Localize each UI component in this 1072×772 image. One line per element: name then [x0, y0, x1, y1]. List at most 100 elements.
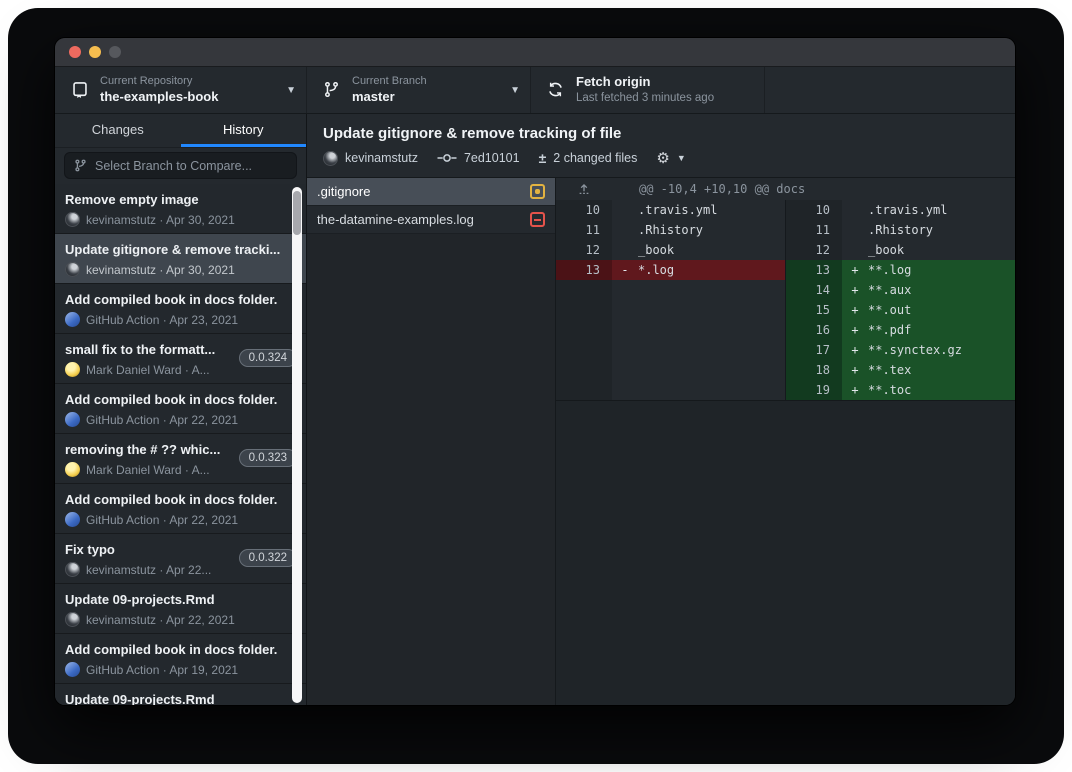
- commit-list-item[interactable]: small fix to the formatt... Mark Daniel …: [55, 334, 306, 384]
- line-number: 12: [786, 240, 842, 260]
- commit-list-item[interactable]: Add compiled book in docs folder. GitHub…: [55, 484, 306, 534]
- commit-item-meta: kevinamstutz · Apr 30, 2021: [86, 213, 235, 227]
- diff-line-text: _book: [868, 240, 904, 260]
- diff-line: 11 .Rhistory: [786, 220, 1015, 240]
- avatar: [65, 312, 80, 327]
- current-branch-dropdown[interactable]: Current Branch master ▼: [307, 67, 531, 113]
- diff-sign: -: [612, 260, 638, 280]
- diff-line-text: _book: [638, 240, 674, 260]
- tab-changes[interactable]: Changes: [55, 114, 181, 147]
- line-number: 12: [556, 240, 612, 260]
- commit-list-item[interactable]: Remove empty image kevinamstutz · Apr 30…: [55, 184, 306, 234]
- avatar: [65, 562, 80, 577]
- diff-line-text: .travis.yml: [868, 200, 947, 220]
- diff-line: 15 + **.out: [786, 300, 1015, 320]
- gear-icon[interactable]: ⚙: [656, 149, 669, 167]
- line-number: 10: [556, 200, 612, 220]
- avatar: [65, 612, 80, 627]
- changed-file-row[interactable]: .gitignore: [307, 178, 555, 206]
- line-number: 15: [786, 300, 842, 320]
- line-number: 13: [786, 260, 842, 280]
- commit-list-item[interactable]: removing the # ?? whic... Mark Daniel Wa…: [55, 434, 306, 484]
- diff-line: 12 _book: [786, 240, 1015, 260]
- commit-list-scrollbar[interactable]: [292, 187, 302, 703]
- commit-list-item[interactable]: Add compiled book in docs folder. GitHub…: [55, 384, 306, 434]
- version-tag-badge: 0.0.322: [239, 549, 297, 567]
- minimize-window-button[interactable]: [89, 46, 101, 58]
- chevron-down-icon: ▼: [510, 85, 520, 96]
- changed-files-count: 2 changed files: [553, 151, 637, 165]
- current-repository-dropdown[interactable]: Current Repository the-examples-book ▼: [55, 67, 307, 113]
- diff-line-text: .travis.yml: [638, 200, 717, 220]
- diff-line: 10 .travis.yml: [556, 200, 785, 220]
- line-number: 13: [556, 260, 612, 280]
- changed-file-row[interactable]: the-datamine-examples.log: [307, 206, 555, 234]
- avatar: [65, 212, 80, 227]
- commit-list-item[interactable]: Add compiled book in docs folder. GitHub…: [55, 284, 306, 334]
- expand-hunk-icon[interactable]: [577, 182, 591, 196]
- scrollbar-thumb[interactable]: [293, 191, 301, 235]
- diff-line: 16 + **.pdf: [786, 320, 1015, 340]
- content-area: Changes History Select Branch to Compare…: [55, 114, 1015, 705]
- commit-item-title: Update 09-projects.Rmd: [65, 692, 296, 705]
- line-number: 19: [786, 380, 842, 400]
- diff-sign: [612, 240, 638, 260]
- tab-history[interactable]: History: [181, 114, 307, 147]
- diff-sign: [842, 200, 868, 220]
- diff-line: 13 - *.log: [556, 260, 785, 280]
- commit-item-meta: GitHub Action · Apr 22, 2021: [86, 513, 238, 527]
- fetch-origin-sublabel: Last fetched 3 minutes ago: [576, 91, 754, 105]
- diff-line-text: .Rhistory: [868, 220, 933, 240]
- close-window-button[interactable]: [69, 46, 81, 58]
- commit-author: kevinamstutz: [345, 151, 418, 165]
- commit-list-item[interactable]: Update 09-projects.Rmd kevinamstutz · Ap…: [55, 684, 306, 705]
- diff-line-text: *.log: [638, 260, 674, 280]
- diff-pane-after: 10 .travis.yml 11 .Rhistory 12 _book 13 …: [786, 200, 1015, 400]
- diff-line: 18 + **.tex: [786, 360, 1015, 380]
- line-number: 11: [556, 220, 612, 240]
- diff-line: 12 _book: [556, 240, 785, 260]
- commit-item-meta: kevinamstutz · Apr 22...: [86, 563, 211, 577]
- diff-empty-area: [556, 400, 1015, 705]
- line-number: 10: [786, 200, 842, 220]
- diff-line-text: **.aux: [868, 280, 911, 300]
- commit-list-item[interactable]: Fix typo kevinamstutz · Apr 22... 0.0.32…: [55, 534, 306, 584]
- file-name: the-datamine-examples.log: [317, 212, 474, 227]
- commit-item-meta: kevinamstutz · Apr 30, 2021: [86, 263, 235, 277]
- current-repository-value: the-examples-book: [100, 89, 278, 105]
- diff-line-text: **.pdf: [868, 320, 911, 340]
- commit-item-title: Update gitignore & remove tracki...: [65, 242, 296, 257]
- sidebar: Changes History Select Branch to Compare…: [55, 114, 307, 705]
- compare-branch-input[interactable]: Select Branch to Compare...: [64, 152, 297, 179]
- avatar: [65, 512, 80, 527]
- diff-sign: [842, 240, 868, 260]
- line-number: 18: [786, 360, 842, 380]
- diff-line-text: .Rhistory: [638, 220, 703, 240]
- sidebar-tabs: Changes History: [55, 114, 306, 148]
- titlebar: [55, 38, 1015, 67]
- commit-list-item[interactable]: Update gitignore & remove tracki... kevi…: [55, 234, 306, 284]
- version-tag-badge: 0.0.324: [239, 349, 297, 367]
- commit-list-item[interactable]: Add compiled book in docs folder. GitHub…: [55, 634, 306, 684]
- line-number: 14: [786, 280, 842, 300]
- commit-item-title: Remove empty image: [65, 192, 296, 207]
- diff-line-text: **.tex: [868, 360, 911, 380]
- chevron-down-icon[interactable]: ▼: [677, 153, 686, 163]
- diff-line: 17 + **.synctex.gz: [786, 340, 1015, 360]
- file-status-icon: [530, 212, 545, 227]
- diff-line-text: **.log: [868, 260, 911, 280]
- commit-item-title: Update 09-projects.Rmd: [65, 592, 296, 607]
- sync-icon: [547, 81, 565, 99]
- github-desktop-window: Current Repository the-examples-book ▼ C…: [55, 38, 1015, 705]
- commit-sha[interactable]: 7ed10101: [464, 151, 520, 165]
- fetch-origin-button[interactable]: Fetch origin Last fetched 3 minutes ago: [531, 67, 765, 113]
- diff-viewer: @@ -10,4 +10,10 @@ docs 10 .travis.yml 1…: [556, 178, 1015, 705]
- branch-icon: [323, 81, 341, 99]
- diff-line-text: **.out: [868, 300, 911, 320]
- commit-list-item[interactable]: Update 09-projects.Rmd kevinamstutz · Ap…: [55, 584, 306, 634]
- diff-line: 14 + **.aux: [786, 280, 1015, 300]
- commit-item-title: Add compiled book in docs folder.: [65, 392, 296, 407]
- line-number: 17: [786, 340, 842, 360]
- zoom-window-button[interactable]: [109, 46, 121, 58]
- avatar: [65, 262, 80, 277]
